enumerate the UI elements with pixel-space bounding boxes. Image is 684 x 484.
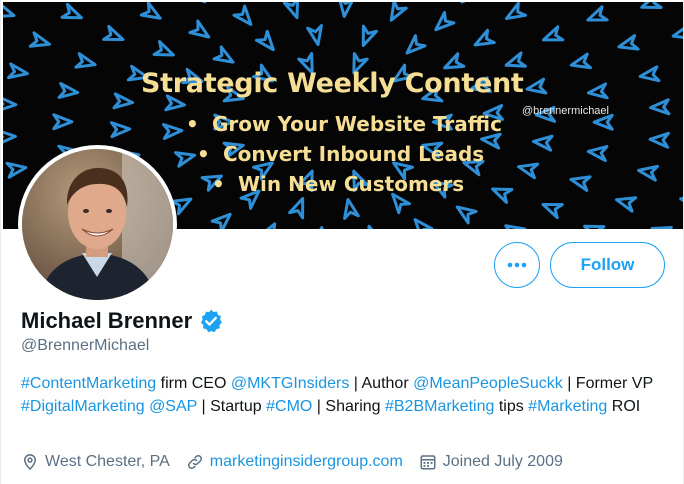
profile-page: Strategic Weekly Content @brennermichael… [0,0,684,484]
mention-link[interactable]: @MeanPeopleSuckk [413,375,563,392]
hashtag-link[interactable]: #CMO [266,398,312,415]
bullet-dot: • [212,172,225,196]
calendar-icon [420,455,436,470]
bio-text: | Author [349,375,414,392]
banner-handle: @brennermichael [522,105,609,117]
avatar[interactable] [18,145,177,304]
banner-bullet-3: • Win New Customers [212,172,464,196]
joined-text: Joined July 2009 [442,453,563,470]
location-pin-icon [23,454,37,471]
hashtag-link[interactable]: #ContentMarketing [21,375,156,392]
more-options-button[interactable] [494,242,540,288]
hashtag-link[interactable]: #B2BMarketing [385,398,494,415]
bullet-dot: • [197,142,210,166]
bio-text: tips [494,398,529,415]
profile-handle: @BrennerMichael [21,337,150,354]
website-link[interactable]: marketinginsidergroup.com [210,453,403,471]
profile-bio: #ContentMarketing firm CEO @MKTGInsiders… [21,372,671,418]
hashtag-link[interactable]: #Marketing [528,398,607,415]
mention-link[interactable]: @MKTGInsiders [231,375,349,392]
bullet-text: Win New Customers [238,172,465,196]
display-name: Michael Brenner [21,308,193,333]
bio-text: | Startup [197,398,267,415]
location-item: West Chester, PA [21,453,170,471]
more-horizontal-icon [507,262,527,268]
avatar-portrait-graphic [22,149,173,300]
banner-bullet-2: • Convert Inbound Leads [197,142,484,166]
bullet-text: Grow Your Website Traffic [212,112,502,136]
banner-headline: Strategic Weekly Content [141,68,524,99]
bio-text: | Sharing [312,398,385,415]
location-text: West Chester, PA [45,453,170,470]
hashtag-link[interactable]: #DigitalMarketing [21,398,145,415]
link-icon [187,454,202,470]
verified-badge-icon[interactable] [198,308,224,334]
profile-meta: West Chester, PA marketinginsidergroup.c… [21,453,579,471]
avatar-photo [22,149,173,300]
joined-item: Joined July 2009 [419,453,563,471]
banner-bullet-1: • Grow Your Website Traffic [186,112,502,136]
bio-text: firm CEO [156,375,231,392]
bio-text: ROI [607,398,641,415]
bio-text: | Former VP [562,375,653,392]
mention-link[interactable]: @SAP [149,398,197,415]
website-item[interactable]: marketinginsidergroup.com [186,453,403,471]
bullet-text: Convert Inbound Leads [223,142,485,166]
follow-button[interactable]: Follow [550,242,665,288]
bullet-dot: • [186,112,199,136]
name-row: Michael Brenner [21,308,224,334]
